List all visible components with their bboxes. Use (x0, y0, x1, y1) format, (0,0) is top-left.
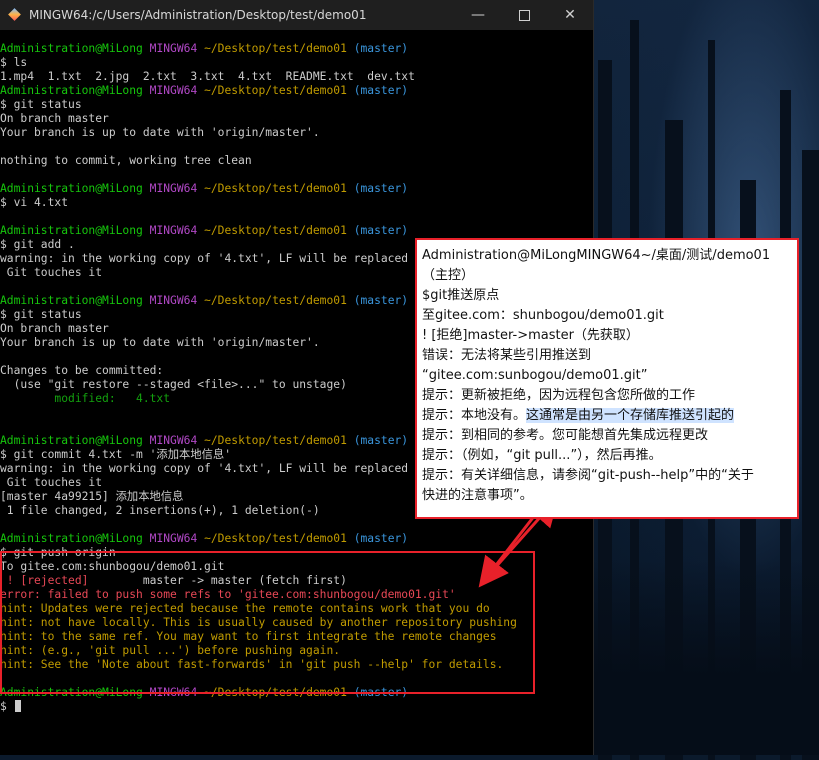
translation-line-text: 提示：本地没有。 (422, 408, 527, 423)
translation-line: ! [拒绝]master->master（先获取） (422, 328, 639, 343)
translation-line: 提示：本地没有。这通常是由另一个存储库推送引起的 (422, 406, 792, 426)
translation-line: （主控） (422, 268, 475, 283)
translation-selected-text: 这通常是由另一个存储库推送引起的 (526, 408, 735, 423)
translation-panel: Administration@MiLongMINGW64~/桌面/测试/demo… (415, 238, 799, 519)
translation-text: Administration@MiLongMINGW64~/桌面/测试/demo… (422, 246, 792, 506)
translation-line: 提示：更新被拒绝，因为远程包含您所做的工作 (422, 388, 696, 403)
translation-line: $git推送原点 (422, 288, 500, 303)
translation-line: 提示：有关详细信息，请参阅“git-push--help”中的“关于 (422, 468, 754, 483)
translation-line: Administration@MiLongMINGW64~/桌面/测试/demo… (422, 248, 771, 263)
translation-line: 快进的注意事项”。 (422, 488, 533, 503)
translation-line: “gitee.com:sunbogou/demo01.git” (422, 368, 648, 383)
translation-line: 错误：无法将某些引用推送到 (422, 348, 592, 363)
translation-line: 提示：到相同的参考。您可能想首先集成远程更改 (422, 428, 709, 443)
translation-line: 至gitee.com：shunbogou/demo01.git (422, 308, 664, 323)
translation-line: 提示：（例如，“git pull...”），然后再推。 (422, 448, 662, 463)
